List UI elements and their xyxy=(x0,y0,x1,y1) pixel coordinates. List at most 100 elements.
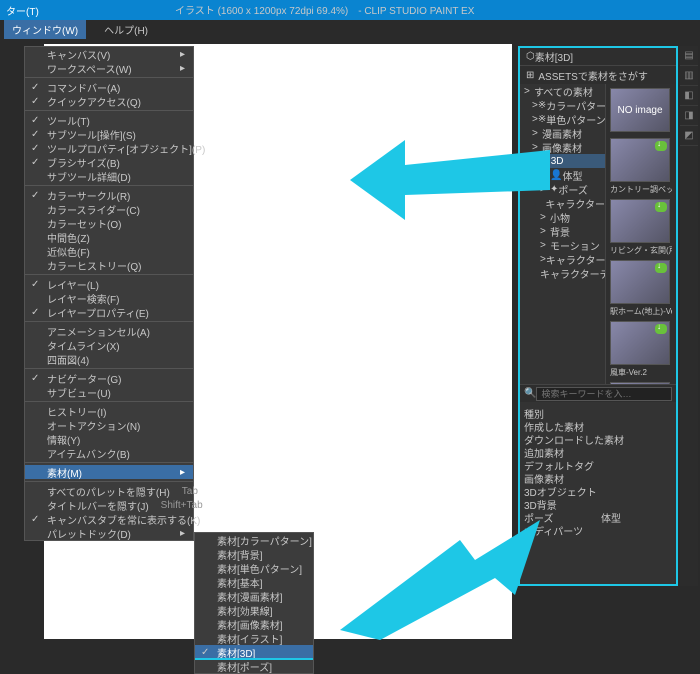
tree-node[interactable]: >モーション xyxy=(520,238,605,252)
strip-icon[interactable]: ◨ xyxy=(680,106,698,126)
tree-node-label: 3D xyxy=(551,156,564,167)
menu-item-label: ワークスペース(W) xyxy=(47,61,132,76)
material-submenu-item[interactable]: 素材[単色パターン] xyxy=(195,561,313,575)
tag-item[interactable]: 3D背景 xyxy=(524,497,672,510)
window-menu-item[interactable]: ワークスペース(W)▸ xyxy=(25,61,193,75)
window-menu-item[interactable]: ✓カラーサークル(R) xyxy=(25,188,193,202)
strip-icon[interactable]: ◩ xyxy=(680,126,698,146)
window-menu-item[interactable]: ヒストリー(I) xyxy=(25,404,193,418)
tree-node[interactable]: >すべての素材 xyxy=(520,84,605,98)
menu-item-label: タイムライン(X) xyxy=(47,338,120,353)
menu-item-label: オートアクション(N) xyxy=(47,418,140,433)
material-submenu-item[interactable]: 素材[漫画素材] xyxy=(195,589,313,603)
tree-expand-icon: > xyxy=(540,240,550,251)
tag-item[interactable]: 作成した素材 xyxy=(524,419,672,432)
window-menu-item[interactable]: 四面図(4) xyxy=(25,352,193,366)
material-panel: ⬡ 素材[3D] ⊞ ASSETSで素材をさがす >すべての素材>※ カラーパタ… xyxy=(518,46,678,586)
window-menu-item[interactable]: アイテムバンク(B) xyxy=(25,446,193,460)
window-menu-item[interactable]: タイトルバーを隠す(J)Shift+Tab xyxy=(25,498,193,512)
window-menu-item[interactable]: 素材(M)▸ xyxy=(25,465,193,479)
window-menu-item[interactable]: キャンバス(V) ▸ xyxy=(25,47,193,61)
material-thumbnail[interactable]: カントリー調ベッド1 xyxy=(610,138,672,195)
window-menu-item[interactable]: すべてのパレットを隠す(H)Tab xyxy=(25,484,193,498)
strip-icon[interactable]: ▤ xyxy=(680,46,698,66)
window-menu-item[interactable]: アニメーションセル(A) xyxy=(25,324,193,338)
menu-item-label: 素材[カラーパターン] xyxy=(217,533,312,548)
window-menu-item[interactable]: サブツール詳細(D) xyxy=(25,169,193,183)
material-tree: >すべての素材>※ カラーパターン>※ 単色パターン>漫画素材>画像素材⌄⬡ 3… xyxy=(520,84,606,384)
material-submenu-item[interactable]: 素材[イラスト] xyxy=(195,631,313,645)
window-menu-item[interactable]: ✓レイヤープロパティ(E) xyxy=(25,305,193,319)
tag-item[interactable]: 画像素材 xyxy=(524,471,672,484)
tag-item[interactable]: ボディパーツ xyxy=(524,523,672,536)
window-menu-item[interactable]: ✓ナビゲーター(G) xyxy=(25,371,193,385)
window-menu-item[interactable]: カラースライダー(C) xyxy=(25,202,193,216)
strip-icon[interactable]: ◧ xyxy=(680,86,698,106)
tree-node[interactable]: キャラクター xyxy=(520,196,605,210)
tree-expand-icon: > xyxy=(540,212,550,223)
material-thumbnail[interactable]: 教室廊下01-Ver.2 xyxy=(610,382,672,384)
window-menu-item[interactable]: ✓コマンドバー(A) xyxy=(25,80,193,94)
tree-node[interactable]: >背景 xyxy=(520,224,605,238)
tree-node[interactable]: >※ 単色パターン xyxy=(520,112,605,126)
material-submenu-item[interactable]: 素材[背景] xyxy=(195,547,313,561)
material-thumbnail[interactable]: 駅ホーム(地上)-Ver.2 xyxy=(610,260,672,317)
menu-help[interactable]: ヘルプ(H) xyxy=(96,20,156,39)
window-menu-item[interactable]: ✓クイックアクセス(Q) xyxy=(25,94,193,108)
material-submenu-item[interactable]: 素材[ポーズ] xyxy=(195,659,313,673)
window-menu-item[interactable]: 情報(Y) xyxy=(25,432,193,446)
window-menu-item[interactable]: ✓レイヤー(L) xyxy=(25,277,193,291)
tag-item[interactable]: ポーズ xyxy=(524,510,595,523)
window-menu-item[interactable]: パレットドック(D)▸ xyxy=(25,526,193,540)
window-menu-item[interactable]: 中間色(Z) xyxy=(25,230,193,244)
tree-node[interactable]: ⌄⬡ 3D xyxy=(520,154,605,168)
tree-node-label: 小物 xyxy=(550,210,570,224)
menu-window[interactable]: ウィンドウ(W) xyxy=(4,20,86,39)
tag-item[interactable]: 体型 xyxy=(601,510,672,523)
window-menu-item[interactable]: サブビュー(U) xyxy=(25,385,193,399)
material-thumbnail[interactable]: リビング・玄関(戸建1) xyxy=(610,199,672,256)
window-menu-item[interactable]: カラーセット(O) xyxy=(25,216,193,230)
tree-node-icon: ✦ xyxy=(550,184,558,195)
tag-item[interactable]: ダウンロードした素材 xyxy=(524,432,672,445)
window-menu-item[interactable]: ✓サブツール[操作](S) xyxy=(25,127,193,141)
assets-search-label: ASSETSで素材をさがす xyxy=(538,68,647,83)
assets-search-bar[interactable]: ⊞ ASSETSで素材をさがす xyxy=(520,66,676,84)
tree-node[interactable]: >キャラクター… xyxy=(520,252,605,266)
search-icon: 🔍 xyxy=(524,388,536,399)
chevron-right-icon: ▸ xyxy=(168,467,185,478)
material-submenu-item[interactable]: 素材[カラーパターン] xyxy=(195,533,313,547)
material-submenu-item[interactable]: 素材[効果線] xyxy=(195,603,313,617)
tag-item[interactable]: 3Dオブジェクト xyxy=(524,484,672,497)
material-submenu-item[interactable]: ✓素材[3D] xyxy=(195,645,313,659)
window-menu-item[interactable]: ✓ツール(T) xyxy=(25,113,193,127)
window-menu-item[interactable]: ✓ブラシサイズ(B) xyxy=(25,155,193,169)
window-menu-item[interactable]: オートアクション(N) xyxy=(25,418,193,432)
chevron-right-icon: ▸ xyxy=(168,49,185,60)
material-search-input[interactable] xyxy=(536,387,672,401)
menu-item-label: キャンバス(V) xyxy=(47,47,110,62)
material-submenu-item[interactable]: 素材[画像素材] xyxy=(195,617,313,631)
tree-node[interactable]: キャラクターデ… xyxy=(520,266,605,280)
tree-node[interactable]: 👤 体型 xyxy=(520,168,605,182)
tag-item[interactable]: デフォルトタグ xyxy=(524,458,672,471)
material-thumbnail[interactable]: NO image xyxy=(610,88,672,134)
menu-item-label: アニメーションセル(A) xyxy=(47,324,150,339)
window-menu-item[interactable]: カラーヒストリー(Q) xyxy=(25,258,193,272)
assets-icon: ⊞ xyxy=(526,70,534,81)
window-menu-item[interactable]: ✓ツールプロパティ[オブジェクト](P) xyxy=(25,141,193,155)
tree-node[interactable]: >※ カラーパターン xyxy=(520,98,605,112)
window-menu-item[interactable]: 近似色(F) xyxy=(25,244,193,258)
material-thumbnail[interactable]: 風車-Ver.2 xyxy=(610,321,672,378)
tree-node-label: 画像素材 xyxy=(542,140,582,154)
strip-icon[interactable]: ▥ xyxy=(680,66,698,86)
window-menu-item[interactable]: タイムライン(X) xyxy=(25,338,193,352)
menu-item-label: すべてのパレットを隠す(H) xyxy=(47,484,170,499)
material-submenu-item[interactable]: 素材[基本] xyxy=(195,575,313,589)
tree-node[interactable]: >漫画素材 xyxy=(520,126,605,140)
window-menu-item[interactable]: レイヤー検索(F) xyxy=(25,291,193,305)
window-menu-item[interactable]: ✓キャンバスタブを常に表示する(K) xyxy=(25,512,193,526)
tree-node[interactable]: >画像素材 xyxy=(520,140,605,154)
tree-node[interactable]: >小物 xyxy=(520,210,605,224)
tree-node[interactable]: >✦ ポーズ xyxy=(520,182,605,196)
